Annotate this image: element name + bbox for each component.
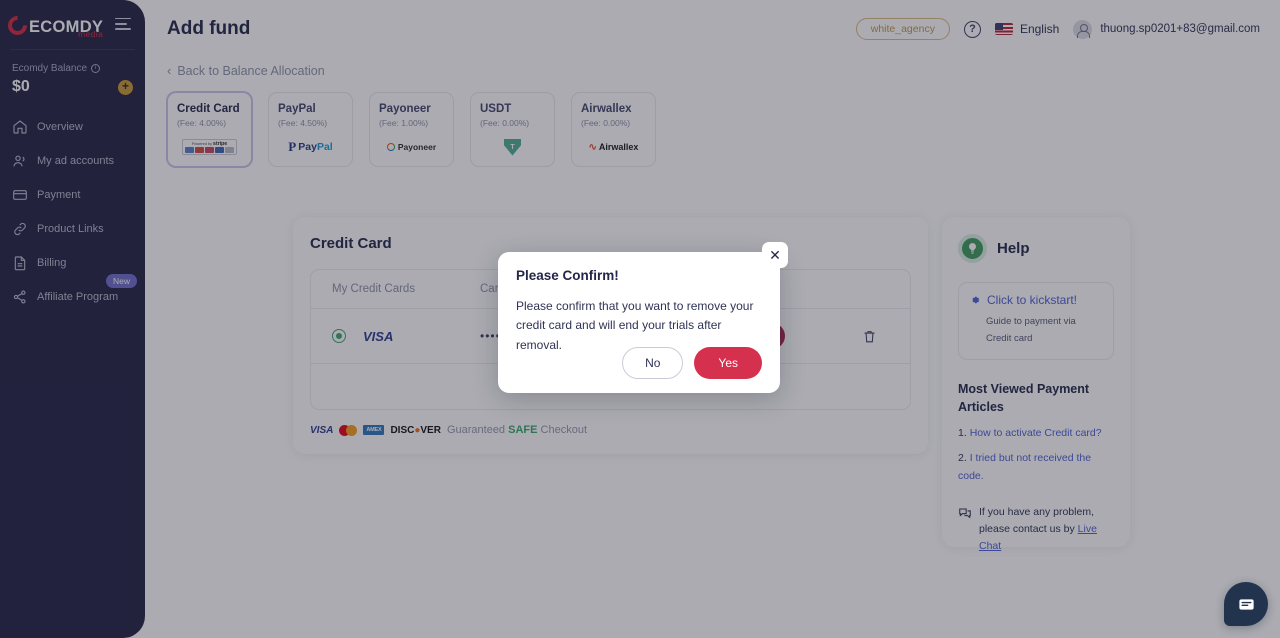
- no-button[interactable]: No: [622, 347, 684, 379]
- modal-actions: No Yes: [622, 347, 762, 379]
- app-root: ECOMDY media Ecomdy Balance i $0 + Overv…: [0, 0, 1280, 638]
- live-chat-fab[interactable]: [1224, 582, 1268, 626]
- confirm-modal: ✕ Please Confirm! Please confirm that yo…: [498, 242, 788, 393]
- message-icon: [1238, 598, 1254, 610]
- modal-title: Please Confirm!: [516, 268, 619, 283]
- close-icon[interactable]: ✕: [762, 242, 788, 268]
- yes-button[interactable]: Yes: [694, 347, 762, 379]
